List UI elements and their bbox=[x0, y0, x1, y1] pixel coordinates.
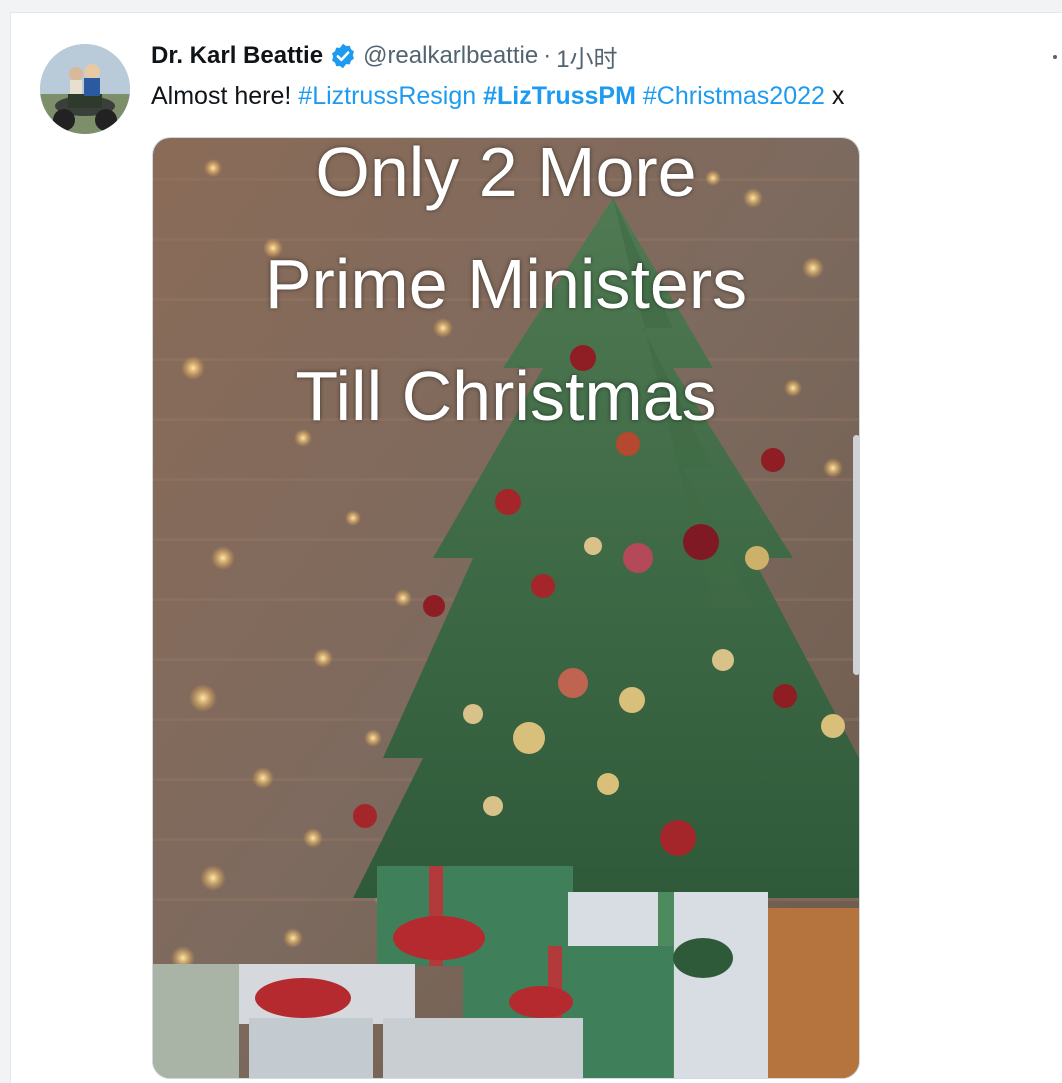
author-handle[interactable]: @realkarlbeattie bbox=[363, 42, 538, 70]
tweet-media-image[interactable]: Only 2 More Prime Ministers Till Christm… bbox=[152, 137, 860, 1079]
tweet-text: Almost here! #LiztrussResign #LizTrussPM… bbox=[151, 79, 844, 113]
hashtag-link[interactable]: #Christmas2022 bbox=[643, 82, 825, 110]
hashtag-link[interactable]: #LiztrussResign bbox=[298, 82, 476, 110]
tweet-text-intro: Almost here! bbox=[151, 82, 292, 110]
tweet-timestamp[interactable]: 1小时 bbox=[556, 39, 617, 74]
verified-badge-icon bbox=[329, 42, 357, 70]
separator-dot: · bbox=[543, 42, 552, 69]
caption-line-3: Till Christmas bbox=[295, 357, 717, 435]
scrollbar[interactable] bbox=[853, 435, 860, 675]
tweet-text-outro: x bbox=[831, 82, 845, 110]
media-caption: Only 2 More Prime Ministers Till Christm… bbox=[153, 138, 859, 452]
caption-line-2: Prime Ministers bbox=[264, 245, 748, 323]
tweet-card[interactable]: Dr. Karl Beattie @realkarlbeattie · 1小时 … bbox=[10, 12, 1062, 1083]
hashtag-link[interactable]: #LizTrussPM bbox=[483, 82, 636, 110]
author-name[interactable]: Dr. Karl Beattie bbox=[151, 42, 323, 70]
tweet-header: Dr. Karl Beattie @realkarlbeattie · 1小时 bbox=[151, 39, 618, 73]
avatar-image bbox=[40, 44, 130, 134]
more-dots-icon[interactable] bbox=[1047, 55, 1062, 75]
caption-line-1: Only 2 More bbox=[315, 137, 697, 211]
author-avatar[interactable] bbox=[40, 44, 130, 134]
